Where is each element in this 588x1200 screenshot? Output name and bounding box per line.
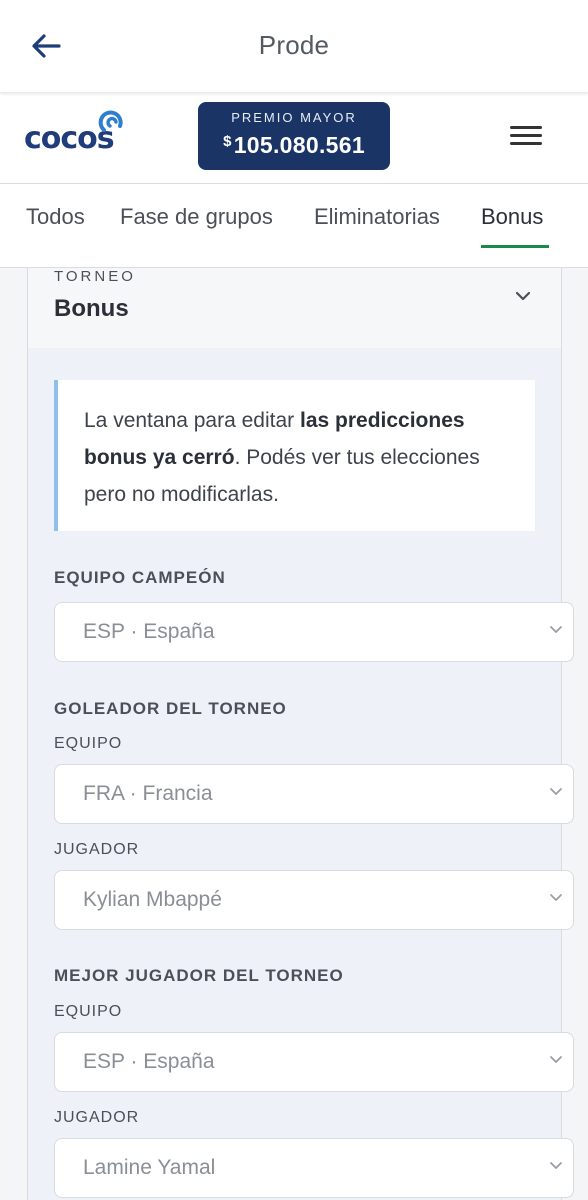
tournament-header[interactable]: TORNEO Bonus — [28, 268, 561, 348]
best-player-team-value: ESP · España — [83, 1050, 215, 1073]
brand-header: cocos PREMIO MAYOR $105.080.561 — [0, 92, 588, 184]
prize-badge: PREMIO MAYOR $105.080.561 — [198, 102, 390, 170]
page-title: Prode — [258, 30, 330, 60]
prize-label: PREMIO MAYOR — [231, 110, 357, 125]
tournament-label: TORNEO — [54, 268, 136, 285]
chevron-down-icon — [550, 894, 562, 901]
cocos-logo[interactable]: cocos — [24, 110, 134, 156]
top-scorer-team-value: FRA · Francia — [83, 782, 213, 805]
menu-button[interactable] — [508, 122, 544, 152]
chevron-down-icon — [550, 788, 562, 795]
logo-mark-icon — [98, 110, 123, 132]
tournament-card: TORNEO Bonus La ventana para editar las … — [27, 268, 574, 1200]
best-player-player-value: Lamine Yamal — [83, 1156, 216, 1179]
champion-select[interactable]: ESP · España — [54, 602, 574, 662]
tab-bar: Todos Fase de grupos Eliminatorias Bonus — [0, 184, 588, 268]
tab-eliminatorias[interactable]: Eliminatorias — [314, 204, 440, 230]
top-scorer-team-select[interactable]: FRA · Francia — [54, 764, 574, 824]
champion-section-label: EQUIPO CAMPEÓN — [54, 568, 226, 587]
prize-amount: $105.080.561 — [198, 132, 390, 159]
prize-value: 105.080.561 — [233, 132, 365, 158]
champion-value: ESP · España — [83, 620, 215, 643]
bonus-closed-notice: La ventana para editar las predicciones … — [54, 380, 535, 531]
prize-currency: $ — [223, 133, 232, 150]
app-bar: Prode — [0, 0, 588, 92]
best-player-team-select[interactable]: ESP · España — [54, 1032, 574, 1092]
chevron-down-icon — [550, 1162, 562, 1169]
chevron-down-icon — [550, 626, 562, 633]
top-scorer-player-label: JUGADOR — [54, 841, 140, 858]
top-scorer-team-label: EQUIPO — [54, 735, 123, 752]
active-tab-indicator — [481, 245, 549, 248]
top-scorer-player-select[interactable]: Kylian Mbappé — [54, 870, 574, 930]
best-player-player-label: JUGADOR — [54, 1109, 140, 1126]
tab-fase-de-grupos[interactable]: Fase de grupos — [120, 204, 273, 230]
best-player-section-label: MEJOR JUGADOR DEL TORNEO — [54, 966, 344, 985]
hamburger-icon — [508, 126, 544, 145]
tab-todos[interactable]: Todos — [26, 204, 85, 230]
main-content: TORNEO Bonus La ventana para editar las … — [0, 268, 588, 1200]
tab-bonus[interactable]: Bonus — [481, 204, 543, 230]
tournament-title: Bonus — [54, 295, 129, 322]
best-player-team-label: EQUIPO — [54, 1003, 123, 1020]
best-player-player-select[interactable]: Lamine Yamal — [54, 1138, 574, 1198]
chevron-down-icon — [550, 1056, 562, 1063]
notice-text-before: La ventana para editar — [84, 409, 300, 432]
top-scorer-section-label: GOLEADOR DEL TORNEO — [54, 699, 287, 718]
chevron-down-icon — [515, 291, 531, 301]
top-scorer-player-value: Kylian Mbappé — [83, 888, 222, 911]
